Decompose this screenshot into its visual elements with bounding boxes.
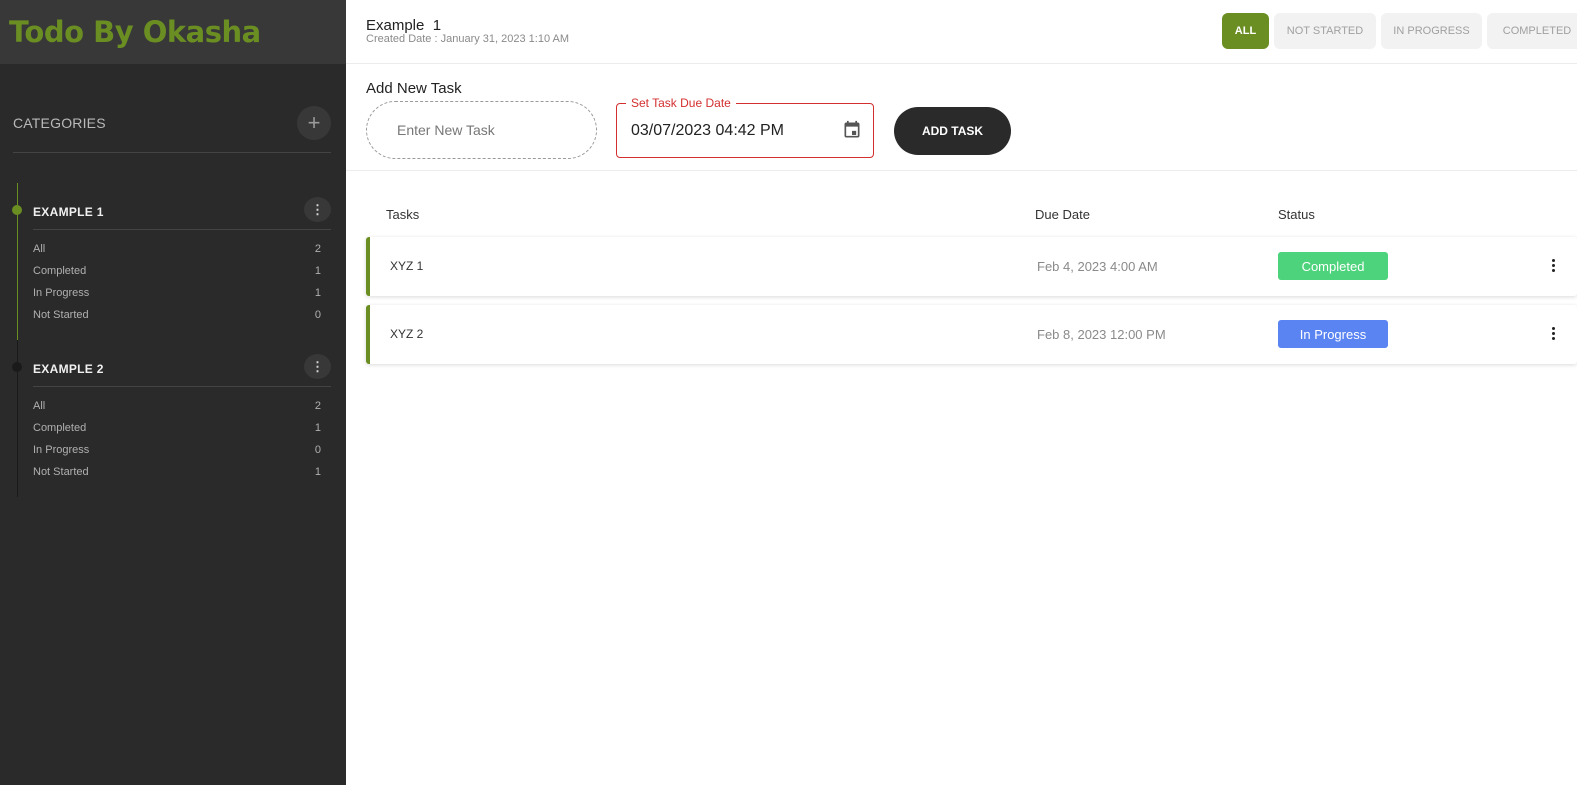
more-vertical-icon: ⋮	[311, 201, 324, 217]
more-vertical-icon: ⋮	[311, 358, 324, 374]
stat-in-progress[interactable]: In Progress 1	[33, 282, 321, 304]
stat-all[interactable]: All 2	[33, 395, 321, 417]
status-filters: ALL NOT STARTED IN PROGRESS COMPLETED	[1222, 13, 1577, 49]
stat-label: All	[33, 243, 46, 255]
category-menu-button[interactable]: ⋮	[304, 354, 331, 379]
stat-in-progress[interactable]: In Progress 0	[33, 439, 321, 461]
status-badge[interactable]: In Progress	[1278, 320, 1388, 348]
column-due-date: Due Date	[1035, 207, 1090, 222]
category-name: EXAMPLE 1	[33, 205, 104, 219]
stat-label: In Progress	[33, 287, 90, 299]
page-title: Example 1	[366, 17, 442, 34]
app-brand: Todo By Okasha	[0, 0, 346, 64]
stat-count: 1	[314, 466, 321, 478]
task-table-header: Tasks Due Date Status	[346, 205, 1577, 225]
add-category-button[interactable]: +	[297, 106, 331, 140]
filter-in-progress-button[interactable]: IN PROGRESS	[1381, 13, 1482, 49]
stat-all[interactable]: All 2	[33, 238, 321, 260]
stat-label: Not Started	[33, 309, 89, 321]
filter-completed-button[interactable]: COMPLETED	[1487, 13, 1577, 49]
stat-count: 2	[314, 400, 321, 412]
stat-count: 0	[314, 444, 321, 456]
stat-not-started[interactable]: Not Started 0	[33, 304, 321, 326]
stat-label: In Progress	[33, 444, 90, 456]
task-due-date: Feb 4, 2023 4:00 AM	[1037, 259, 1158, 274]
due-date-value: 03/07/2023 04:42 PM	[631, 122, 785, 139]
more-vertical-icon[interactable]	[1547, 323, 1559, 343]
status-badge[interactable]: Completed	[1278, 252, 1388, 280]
category-menu-button[interactable]: ⋮	[304, 197, 331, 222]
stat-count: 1	[314, 422, 321, 434]
category-stats: All 2 Completed 1 In Progress 0 Not Star…	[33, 395, 321, 483]
column-tasks: Tasks	[386, 207, 420, 222]
category-active-dot	[12, 205, 22, 215]
category-row[interactable]: EXAMPLE 1 ⋮	[33, 195, 331, 230]
more-vertical-icon[interactable]	[1547, 255, 1559, 275]
stat-count: 1	[314, 287, 321, 299]
stat-label: Completed	[33, 422, 87, 434]
new-task-input[interactable]	[366, 101, 597, 159]
categories-header: CATEGORIES +	[13, 106, 331, 153]
category-row[interactable]: EXAMPLE 2 ⋮	[33, 352, 331, 387]
todo-app: Todo By Okasha CATEGORIES + EXAMPLE 1 ⋮ …	[0, 0, 1577, 785]
stat-label: Completed	[33, 265, 87, 277]
column-status: Status	[1278, 207, 1315, 222]
add-task-panel: Add New Task Set Task Due Date 03/07/202…	[346, 64, 1577, 171]
category-example-2[interactable]: EXAMPLE 2 ⋮ All 2 Completed 1 In Progres…	[12, 340, 331, 497]
stat-count: 2	[314, 243, 321, 255]
task-name: XYZ 1	[390, 259, 424, 273]
top-bar: Example 1 Created Date : January 31, 202…	[346, 0, 1577, 64]
stat-count: 0	[314, 309, 321, 321]
category-example-1[interactable]: EXAMPLE 1 ⋮ All 2 Completed 1 In Progres…	[12, 183, 331, 340]
category-stats: All 2 Completed 1 In Progress 1 Not Star…	[33, 238, 321, 326]
task-row[interactable]: XYZ 1 Feb 4, 2023 4:00 AM Completed	[366, 237, 1577, 296]
stat-completed[interactable]: Completed 1	[33, 417, 321, 439]
task-name: XYZ 2	[390, 327, 424, 341]
sidebar: Todo By Okasha CATEGORIES + EXAMPLE 1 ⋮ …	[0, 0, 346, 785]
category-dot	[12, 362, 22, 372]
plus-icon: +	[307, 110, 321, 135]
stat-label: All	[33, 400, 46, 412]
add-task-button[interactable]: ADD TASK	[894, 107, 1011, 155]
main-content: Example 1 Created Date : January 31, 202…	[346, 0, 1577, 785]
stat-completed[interactable]: Completed 1	[33, 260, 321, 282]
stat-count: 1	[314, 265, 321, 277]
task-due-date: Feb 8, 2023 12:00 PM	[1037, 327, 1166, 342]
categories-label: CATEGORIES	[13, 115, 106, 131]
filter-all-button[interactable]: ALL	[1222, 13, 1269, 49]
task-row[interactable]: XYZ 2 Feb 8, 2023 12:00 PM In Progress	[366, 305, 1577, 364]
filter-not-started-button[interactable]: NOT STARTED	[1274, 13, 1376, 49]
calendar-icon[interactable]	[842, 120, 862, 140]
stat-label: Not Started	[33, 466, 89, 478]
add-task-title: Add New Task	[366, 80, 462, 97]
due-date-field[interactable]: Set Task Due Date 03/07/2023 04:42 PM	[616, 96, 874, 158]
app-title: Todo By Okasha	[9, 15, 261, 49]
category-name: EXAMPLE 2	[33, 362, 104, 376]
stat-not-started[interactable]: Not Started 1	[33, 461, 321, 483]
created-date: Created Date : January 31, 2023 1:10 AM	[366, 33, 570, 45]
due-date-label: Set Task Due Date	[626, 96, 736, 110]
